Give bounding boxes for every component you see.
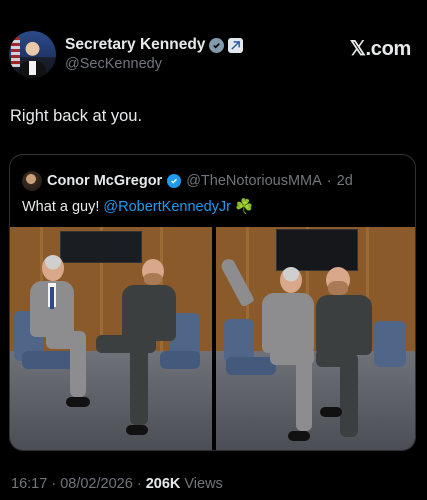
photo-seated[interactable] (10, 227, 212, 450)
mention-link[interactable]: @RobertKennedyJr (103, 199, 231, 215)
verified-blue-badge-icon[interactable] (167, 174, 182, 188)
author-avatar[interactable] (9, 31, 56, 78)
views-label: Views (184, 476, 223, 492)
verified-gray-badge-icon[interactable] (209, 37, 225, 53)
x-brand-logo: 𝕏.com (349, 38, 412, 60)
flag-decoration (11, 37, 20, 67)
shamrock-emoji: ☘️ (235, 199, 254, 215)
person-head (42, 255, 64, 281)
shoe-2 (126, 425, 148, 435)
leg-lower (70, 335, 86, 397)
dark-suit (122, 285, 176, 341)
quoted-post-card[interactable]: Conor McGregor @TheNotoriousMMA · 2d Wha… (9, 154, 416, 451)
quoted-separator: · (326, 173, 332, 189)
post-header: Secretary Kennedy @SecKennedy 𝕏.com (9, 31, 419, 79)
quoted-text-prefix: What a guy! (22, 199, 104, 215)
meta-separator-2: · (136, 476, 142, 492)
quoted-author-name[interactable]: Conor McGregor (47, 173, 162, 189)
chair-seat-3 (226, 357, 276, 375)
quoted-age[interactable]: 2d (337, 173, 353, 189)
quoted-post-text: What a guy! @RobertKennedyJr ☘️ (22, 198, 253, 215)
leg-2-lower (130, 339, 148, 425)
post-date[interactable]: 08/02/2026 (60, 476, 133, 492)
photo-selfie[interactable] (216, 227, 415, 450)
gray-suit-2 (262, 293, 314, 353)
shoe-3 (288, 431, 310, 441)
author-display-name[interactable]: Secretary Kennedy (65, 36, 205, 54)
government-badge-icon[interactable] (228, 37, 244, 53)
shoe-4 (320, 407, 342, 417)
dark-suit-2 (316, 295, 372, 355)
post-time[interactable]: 16:17 (11, 476, 47, 492)
leg-4-lower (340, 353, 358, 437)
post-meta: 16:17 · 08/02/2026 · 206K Views (11, 476, 223, 492)
tv-screen (60, 231, 142, 263)
author-handle[interactable]: @SecKennedy (65, 56, 162, 72)
tie (50, 287, 54, 309)
beard (144, 273, 162, 285)
leg-3-lower (296, 351, 312, 431)
author-name-row: Secretary Kennedy (65, 36, 244, 54)
views-count: 206K (145, 476, 181, 492)
person-head-3 (280, 267, 302, 293)
avatar-shirt (29, 61, 36, 75)
quoted-author-avatar[interactable] (22, 171, 42, 191)
shoe (66, 397, 90, 407)
beard-2 (328, 281, 348, 295)
chair-back-4 (374, 321, 406, 367)
ceiling-dark (276, 229, 358, 271)
meta-separator: · (51, 476, 57, 492)
post-text: Right back at you. (10, 107, 143, 125)
chair-seat-2 (160, 351, 200, 369)
quoted-author-handle[interactable]: @TheNotoriousMMA (186, 173, 322, 189)
quoted-post-header: Conor McGregor @TheNotoriousMMA · 2d (22, 171, 353, 191)
